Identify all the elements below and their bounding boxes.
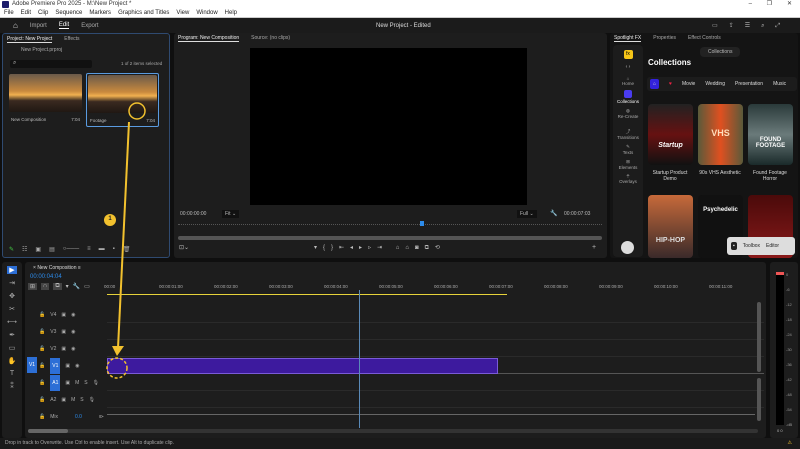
meter-label: -42 — [786, 377, 792, 382]
meter-label: -24 — [786, 332, 792, 337]
meter-label: -54 — [786, 407, 792, 412]
meter-label: -36 — [786, 362, 792, 367]
meter-label: -18 — [786, 317, 792, 322]
meter-label: -30 — [786, 347, 792, 352]
meter-label: -48 — [786, 392, 792, 397]
arrow-head — [112, 346, 124, 356]
meter-value: 0 0 — [777, 428, 783, 433]
step-number: 1 — [108, 216, 112, 222]
annotation-arrow — [117, 121, 130, 349]
annotation-overlay — [104, 102, 146, 379]
meter-bar — [776, 272, 784, 425]
meter-scale: 0 -6 -12 -18 -24 -30 -36 -42 -48 -54 -dB — [786, 272, 798, 427]
audio-meter: 0 -6 -12 -18 -24 -30 -36 -42 -48 -54 -dB 0 0 — [770, 262, 798, 438]
warning-icon[interactable]: ⚠ — [788, 438, 792, 449]
meter-label: -12 — [786, 302, 792, 307]
status-bar: Drop in track to Overwrite. Use Ctrl to … — [0, 438, 800, 449]
target-highlight-circle — [106, 357, 128, 379]
status-text: Drop in track to Overwrite. Use Ctrl to … — [5, 440, 174, 446]
source-highlight-circle — [128, 102, 146, 120]
meter-label: -dB — [786, 422, 793, 427]
meter-label: 0 — [786, 272, 789, 277]
meter-label: -6 — [786, 287, 790, 292]
